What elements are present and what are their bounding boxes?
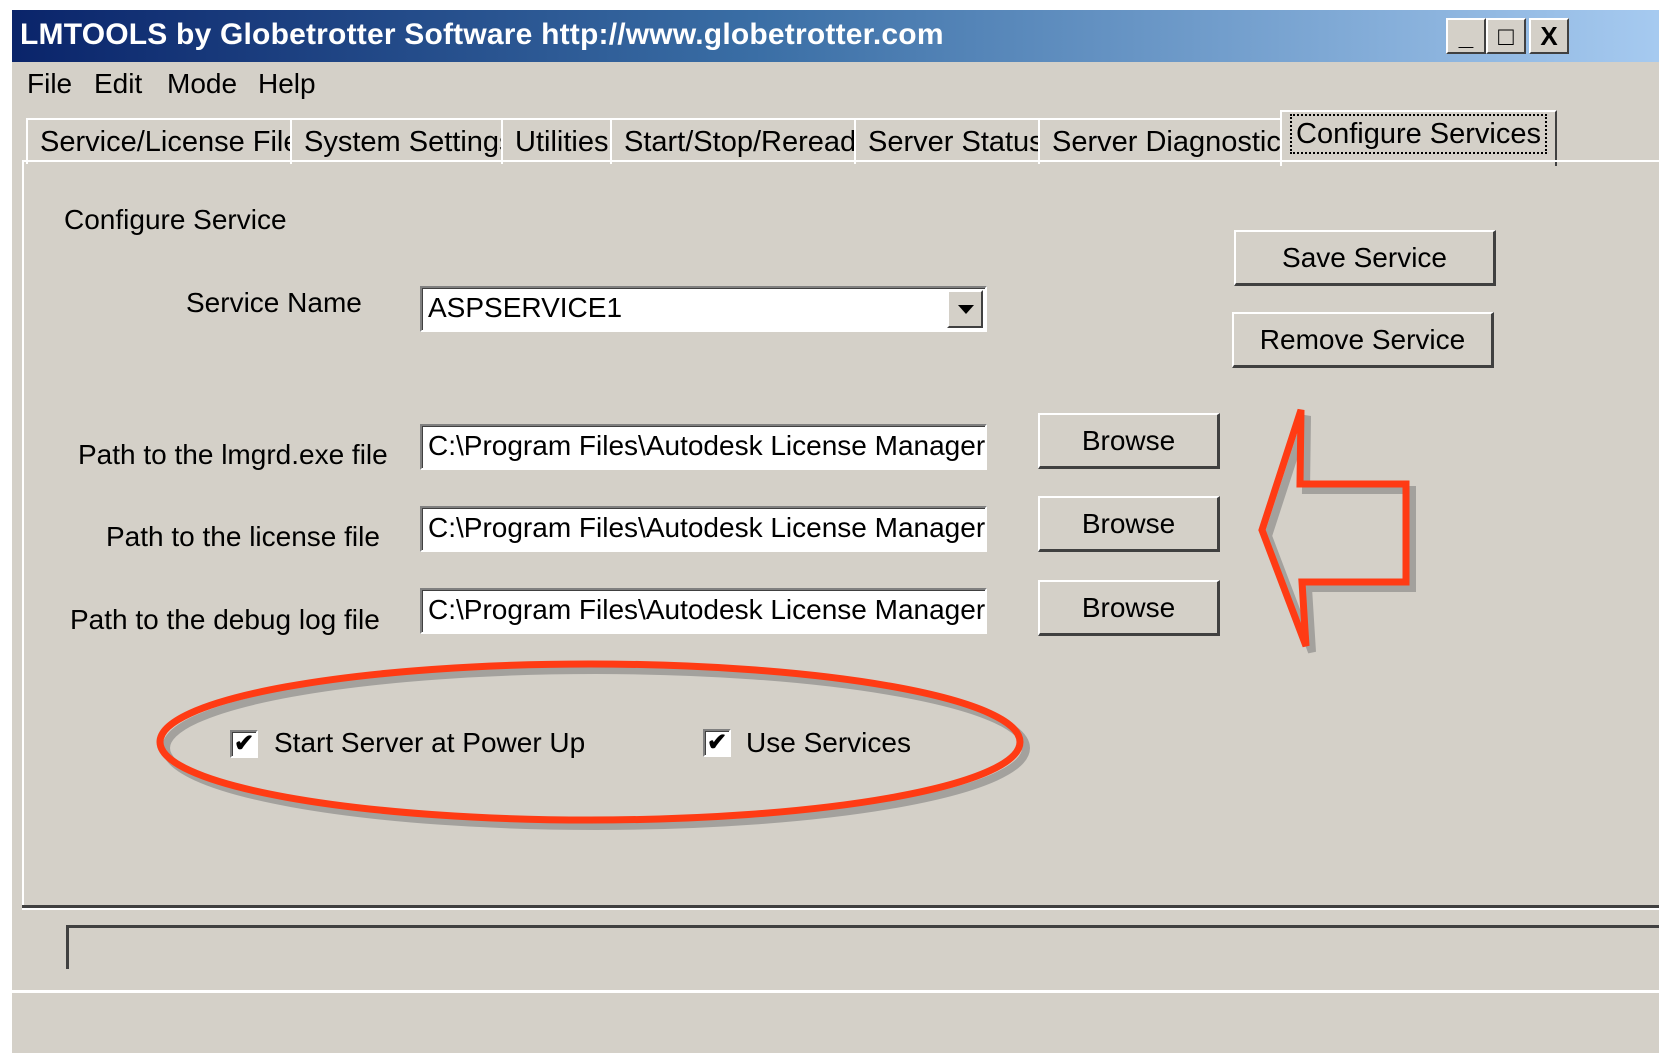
service-name-dropdown-button[interactable]: [947, 290, 983, 328]
status-bar: [66, 925, 1659, 969]
tab-label: Start/Stop/Reread: [624, 126, 857, 158]
menu-mode[interactable]: Mode: [167, 68, 237, 100]
tab-server-status[interactable]: Server Status: [854, 118, 1058, 164]
tab-configure-services[interactable]: Configure Services: [1280, 110, 1557, 166]
tab-label: Server Status: [868, 126, 1044, 158]
browse-debug-log-button[interactable]: Browse: [1038, 580, 1220, 636]
start-at-power-up-checkbox[interactable]: ✔: [230, 730, 258, 758]
minimize-button[interactable]: _: [1446, 18, 1486, 54]
tab-label: System Settings: [304, 126, 514, 158]
license-path-label: Path to the license file: [106, 521, 380, 552]
browse-license-button[interactable]: Browse: [1038, 496, 1220, 552]
save-service-button[interactable]: Save Service: [1234, 230, 1496, 286]
tab-service-license-file[interactable]: Service/License File: [26, 118, 314, 164]
tab-start-stop-reread[interactable]: Start/Stop/Reread: [610, 118, 871, 164]
lmgrd-path-label: Path to the lmgrd.exe file: [78, 439, 388, 470]
panel-separator: [22, 905, 1659, 910]
use-services-label[interactable]: Use Services: [746, 727, 911, 759]
browse-lmgrd-button[interactable]: Browse: [1038, 413, 1220, 469]
tab-label: Service/License File: [40, 126, 300, 158]
service-name-value: ASPSERVICE1: [428, 292, 623, 323]
window-title: LMTOOLS by Globetrotter Software http://…: [20, 18, 944, 51]
remove-service-button[interactable]: Remove Service: [1232, 312, 1494, 368]
maximize-button[interactable]: □: [1486, 18, 1526, 54]
chevron-down-icon: [958, 305, 974, 314]
tab-system-settings[interactable]: System Settings: [290, 118, 528, 164]
license-path-input[interactable]: C:\Program Files\Autodesk License Manage…: [420, 506, 987, 552]
lmgrd-path-input[interactable]: C:\Program Files\Autodesk License Manage…: [420, 424, 987, 470]
menu-edit[interactable]: Edit: [94, 68, 142, 100]
configure-service-heading: Configure Service: [64, 204, 287, 235]
service-name-combobox[interactable]: ASPSERVICE1: [420, 286, 987, 332]
close-button[interactable]: X: [1529, 18, 1569, 54]
tab-utilities[interactable]: Utilities: [501, 118, 623, 164]
title-bar[interactable]: LMTOOLS by Globetrotter Software http://…: [12, 10, 1659, 62]
start-at-power-up-label[interactable]: Start Server at Power Up: [274, 727, 585, 759]
tab-server-diagnostics[interactable]: Server Diagnostics: [1038, 118, 1310, 164]
tab-label: Configure Services: [1290, 114, 1547, 154]
debug-log-path-label: Path to the debug log file: [70, 604, 380, 635]
menu-bar: File Edit Mode Help: [12, 62, 1659, 106]
tab-label: Server Diagnostics: [1052, 126, 1296, 158]
window-bottom-edge: [10, 990, 1659, 993]
menu-file[interactable]: File: [27, 68, 72, 100]
tab-label: Utilities: [515, 126, 609, 158]
tab-strip: Service/License File System Settings Uti…: [22, 110, 1659, 166]
use-services-checkbox[interactable]: ✔: [703, 729, 731, 757]
service-name-label: Service Name: [186, 287, 362, 318]
menu-help[interactable]: Help: [258, 68, 316, 100]
debug-log-path-input[interactable]: C:\Program Files\Autodesk License Manage…: [420, 588, 987, 634]
